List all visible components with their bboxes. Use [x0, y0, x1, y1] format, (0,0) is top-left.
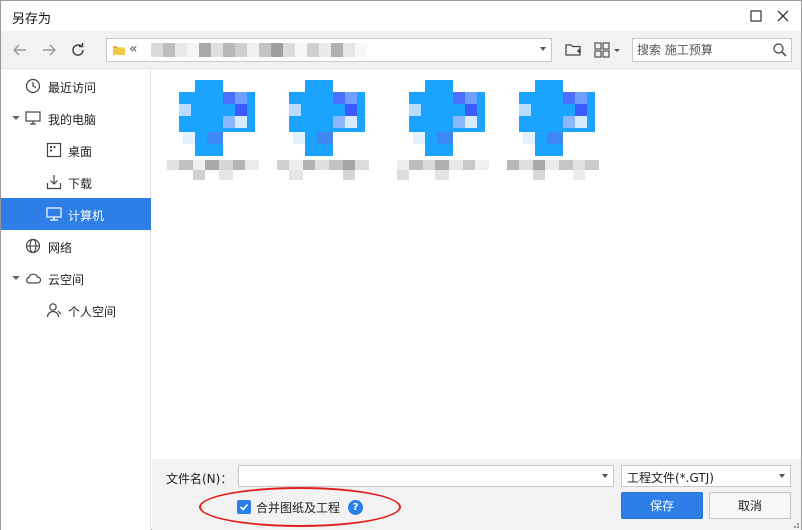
refresh-icon [72, 43, 84, 56]
clock-icon [25, 78, 41, 94]
close-icon [777, 10, 789, 22]
back-button[interactable] [10, 40, 30, 60]
search-input[interactable] [637, 42, 765, 58]
navigation-toolbar: « [1, 31, 801, 69]
file-name-obscured [277, 160, 369, 180]
computer-icon [46, 207, 62, 221]
search-box[interactable] [632, 38, 792, 62]
save-options-bar: 文件名(N)： 工程文件(*.GTJ) 合并图纸及工程 ? 保存 取消 [152, 459, 801, 530]
file-item[interactable] [167, 80, 267, 190]
maximize-icon [750, 10, 762, 22]
expand-arrow-icon[interactable] [12, 274, 20, 282]
desktop-icon [46, 142, 62, 158]
user-icon [46, 303, 62, 318]
grid-view-icon [594, 42, 620, 58]
sidebar-item-label: 我的电脑 [48, 113, 97, 127]
file-name-obscured [167, 160, 259, 180]
monitor-icon [25, 111, 41, 125]
save-button[interactable]: 保存 [621, 492, 703, 519]
file-thumbnail-obscured [409, 80, 485, 156]
sidebar-item-label: 桌面 [68, 145, 93, 159]
sidebar-navigation: 最近访问 我的电脑 桌面 下载 计算机 网络 云空间 个人空间 [1, 70, 151, 530]
cloud-icon [26, 273, 41, 284]
view-mode-button[interactable] [593, 40, 623, 60]
file-item[interactable] [507, 80, 607, 190]
new-folder-icon [565, 44, 581, 56]
chevron-down-icon[interactable] [778, 472, 786, 480]
file-list-area[interactable] [152, 70, 801, 459]
refresh-button[interactable] [68, 40, 88, 60]
merge-option[interactable]: 合并图纸及工程 ? [237, 497, 364, 517]
file-name-obscured [507, 160, 599, 180]
globe-icon [25, 238, 41, 254]
file-thumbnail-obscured [519, 80, 595, 156]
resize-grip-icon[interactable] [791, 520, 799, 528]
sidebar-item-label: 云空间 [48, 273, 85, 287]
sidebar-item-label: 最近访问 [48, 81, 97, 95]
folder-icon [113, 46, 125, 55]
forward-button[interactable] [39, 40, 59, 60]
maximize-button[interactable] [746, 6, 766, 26]
address-path-obscured [151, 43, 367, 57]
filename-field[interactable] [238, 465, 614, 487]
download-icon [46, 175, 62, 190]
save-as-dialog: 另存为 « 搜索 施工预算 最近访问 我的电脑 桌面 下载 计算机 网络 云空间… [0, 0, 802, 530]
sidebar-item-personal-space[interactable]: 个人空间 [1, 294, 151, 326]
sidebar-item-label: 下载 [68, 177, 93, 191]
sidebar-item-label: 网络 [48, 241, 73, 255]
sidebar-item-my-computer[interactable]: 我的电脑 [1, 102, 151, 134]
sidebar-item-cloud-space[interactable]: 云空间 [1, 262, 151, 294]
filename-label: 文件名(N)： [166, 472, 233, 486]
sidebar-item-recent[interactable]: 最近访问 [1, 70, 151, 102]
sidebar-item-network[interactable]: 网络 [1, 230, 151, 262]
file-thumbnail-obscured [289, 80, 365, 156]
merge-checkbox-label[interactable]: 合并图纸及工程 [256, 499, 340, 516]
address-chevron: « [129, 41, 138, 57]
file-name-obscured [397, 160, 489, 180]
sidebar-item-computer[interactable]: 计算机 [1, 198, 151, 230]
checkmark-icon [239, 503, 249, 511]
sidebar-item-label: 个人空间 [68, 305, 117, 319]
file-item[interactable] [397, 80, 497, 190]
expand-arrow-icon[interactable] [12, 114, 20, 122]
close-button[interactable] [773, 6, 793, 26]
arrow-left-icon [13, 44, 26, 56]
chevron-down-icon[interactable] [601, 472, 609, 480]
sidebar-item-label: 计算机 [68, 209, 105, 223]
dialog-title: 另存为 [12, 12, 52, 27]
cancel-button[interactable]: 取消 [709, 492, 791, 519]
sidebar-item-downloads[interactable]: 下载 [1, 166, 151, 198]
help-icon[interactable]: ? [348, 499, 364, 515]
file-item[interactable] [277, 80, 377, 190]
address-bar[interactable]: « [106, 38, 552, 62]
search-icon[interactable] [772, 42, 788, 58]
merge-checkbox[interactable] [237, 500, 251, 514]
sidebar-item-desktop[interactable]: 桌面 [1, 134, 151, 166]
title-bar: 另存为 [1, 1, 801, 31]
new-folder-button[interactable] [564, 40, 584, 60]
chevron-down-icon[interactable] [539, 45, 547, 53]
filetype-select[interactable]: 工程文件(*.GTJ) [621, 465, 791, 487]
file-thumbnail-obscured [179, 80, 255, 156]
arrow-right-icon [43, 44, 56, 56]
filetype-value: 工程文件(*.GTJ) [627, 471, 714, 485]
